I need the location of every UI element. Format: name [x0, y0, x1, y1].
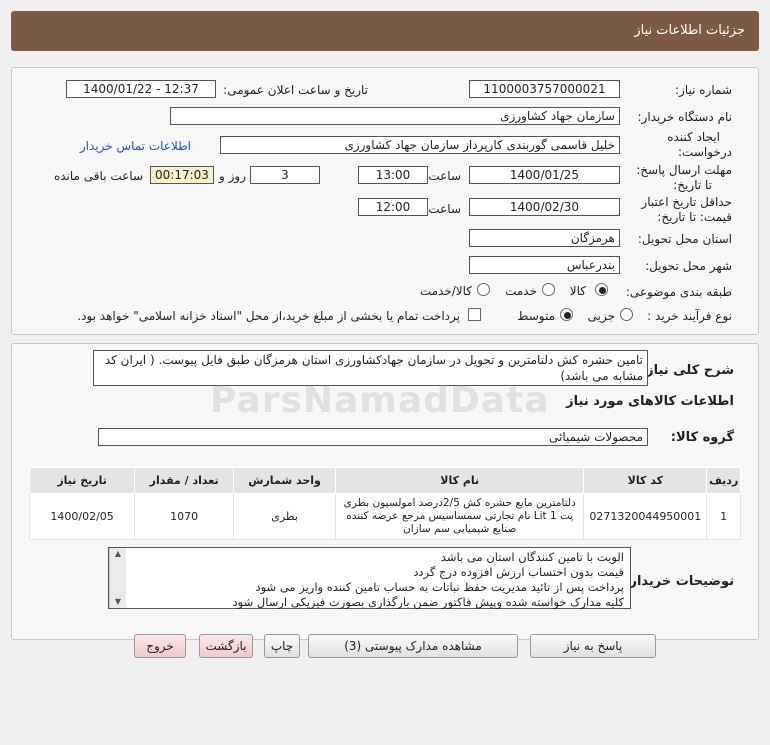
category-label: طبقه بندی موضوعی:	[625, 285, 732, 299]
goods-section-title: اطلاعات کالاهای مورد نیاز	[566, 394, 734, 409]
description-text: تامین حشره کش دلتامترین و تحویل در سازما…	[104, 353, 643, 383]
col-code: کد کالا	[583, 467, 708, 494]
category-goods-service-label: کالا/خدمت	[419, 284, 472, 298]
watermark: ParsNamadData	[210, 380, 550, 421]
creator-label-2: درخواست:	[678, 145, 732, 159]
buyer-org-label: نام دستگاه خریدار:	[637, 110, 733, 124]
page-title: جزئیات اطلاعات نیاز	[634, 23, 745, 38]
province-label: استان محل تحویل:	[637, 232, 732, 246]
cell-row: 1	[706, 493, 741, 540]
note-line: کلیه مدارک خواسته شده وپیش فاکتور ضمن با…	[232, 595, 624, 609]
announce-field: 1400/01/22 - 12:37	[66, 80, 216, 98]
send-time-field: 13:00	[358, 166, 428, 184]
cell-name: دلتامترین مایع حشره کش 2/5درصد امولسیون …	[335, 493, 585, 540]
page-header: جزئیات اطلاعات نیاز	[11, 11, 759, 51]
announce-label: تاریخ و ساعت اعلان عمومی:	[223, 83, 368, 97]
reply-button[interactable]: پاسخ به نیاز	[530, 634, 656, 658]
cell-qty: 1070	[134, 493, 235, 540]
goods-table: ردیف کد کالا نام کالا واحد شمارش تعداد /…	[28, 467, 741, 540]
creator-label-1: ایجاد کننده	[667, 130, 720, 144]
col-unit: واحد شمارش	[233, 467, 337, 494]
validity-time-label: ساعت	[428, 202, 461, 216]
cell-code: 0271320044950001	[583, 493, 708, 540]
send-deadline-label-2: تا تاریخ:	[673, 178, 712, 192]
table-row[interactable]: 1 0271320044950001 دلتامترین مایع حشره ک…	[28, 493, 741, 540]
purchase-medium-label: متوسط	[517, 309, 555, 323]
treasury-payment-checkbox[interactable]	[468, 308, 481, 321]
note-line: الویت با تامین کنندگان استان می باشد	[440, 550, 624, 564]
category-goods-label: کالا	[569, 284, 586, 298]
col-name: نام کالا	[335, 467, 585, 494]
buyer-contact-link[interactable]: اطلاعات تماس خریدار	[80, 139, 191, 153]
category-service-radio[interactable]	[542, 283, 555, 296]
goods-group-field: محصولات شیمیائی	[98, 428, 648, 446]
purchase-small-label: جزیی	[587, 309, 615, 323]
buyer-notes-box[interactable]: الویت با تامین کنندگان استان می باشد قیم…	[108, 547, 631, 609]
col-qty: تعداد / مقدار	[134, 467, 235, 494]
category-service-label: خدمت	[505, 284, 537, 298]
buyer-notes-label: توضیحات خریدار:	[624, 574, 734, 589]
province-field: هرمزگان	[469, 229, 620, 247]
category-goods-radio[interactable]	[595, 283, 608, 296]
creator-field: خلیل قاسمی گوربندی کارپرداز سازمان جهاد …	[220, 136, 620, 154]
cell-unit: بطری	[233, 493, 337, 540]
validity-label-1: حداقل تاریخ اعتبار	[641, 195, 732, 209]
send-time-label: ساعت	[428, 169, 461, 183]
purchase-type-label: نوع فرآیند خرید :	[647, 309, 732, 323]
remaining-label: ساعت باقی مانده	[53, 169, 143, 183]
cell-date: 1400/02/05	[28, 493, 136, 540]
purchase-medium-radio[interactable]	[560, 308, 573, 321]
days-label: روز و	[219, 169, 246, 183]
remaining-time-field: 00:17:03	[150, 166, 214, 184]
category-goods-service-radio[interactable]	[477, 283, 490, 296]
goods-table-header: ردیف کد کالا نام کالا واحد شمارش تعداد /…	[28, 467, 741, 494]
exit-button[interactable]: خروج	[134, 634, 186, 658]
print-button[interactable]: چاپ	[264, 634, 300, 658]
col-date: تاریخ نیاز	[28, 467, 136, 494]
purchase-small-radio[interactable]	[620, 308, 633, 321]
send-date-field: 1400/01/25	[469, 166, 620, 184]
treasury-payment-note: پرداخت تمام یا بخشی از مبلغ خرید،از محل …	[77, 309, 460, 323]
scroll-down-icon[interactable]: ▼	[110, 596, 126, 608]
buyer-org-field: سازمان جهاد کشاورزی	[170, 107, 620, 125]
need-number-field: 1100003757000021	[469, 80, 620, 98]
need-number-label: شماره نیاز:	[675, 83, 732, 97]
goods-group-label: گروه کالا:	[670, 430, 734, 445]
note-line: قیمت بدون احتساب ارزش افزوده درج گردد	[413, 565, 624, 579]
notes-scrollbar[interactable]: ▲ ▼	[109, 548, 126, 608]
city-label: شهر محل تحویل:	[645, 259, 732, 273]
validity-time-field: 12:00	[358, 198, 428, 216]
send-deadline-label-1: مهلت ارسال پاسخ:	[636, 163, 732, 177]
col-row: ردیف	[706, 467, 741, 494]
days-field: 3	[250, 166, 320, 184]
description-label: شرح کلی نیاز:	[640, 363, 734, 378]
attachments-button[interactable]: مشاهده مدارک پیوستی (3)	[308, 634, 518, 658]
validity-date-field: 1400/02/30	[469, 198, 620, 216]
note-line: پرداخت پس از تائید مدیریت حفظ نباتات به …	[255, 580, 624, 594]
validity-label-2: قیمت: تا تاریخ:	[657, 210, 732, 224]
scroll-up-icon[interactable]: ▲	[110, 548, 126, 560]
back-button[interactable]: بازگشت	[199, 634, 253, 658]
city-field: بندرعباس	[469, 256, 620, 274]
